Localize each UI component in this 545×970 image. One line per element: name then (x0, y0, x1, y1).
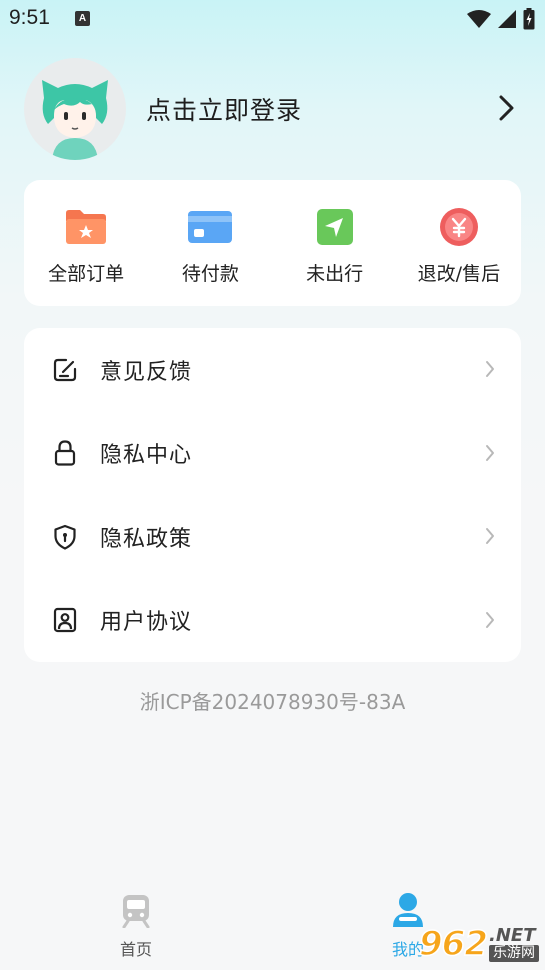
avatar[interactable] (24, 58, 126, 160)
card-icon (188, 211, 233, 243)
order-all-label: 全部订单 (48, 263, 125, 285)
status-time: 9:51 (9, 6, 50, 29)
login-header[interactable]: 点击立即登录 (24, 58, 524, 160)
lock-icon (54, 440, 76, 466)
settings-menu: 意见反馈 隐私中心 隐私政策 用户协议 (24, 328, 521, 662)
order-all[interactable]: 全部订单 (24, 180, 148, 306)
notification-badge-icon: A (75, 11, 90, 26)
login-prompt[interactable]: 点击立即登录 (146, 91, 302, 127)
status-bar: 9:51 A (0, 0, 545, 38)
menu-label-user-agreement: 用户协议 (100, 610, 193, 636)
menu-item-privacy-center[interactable]: 隐私中心 (24, 412, 521, 496)
chevron-right-icon (486, 528, 494, 544)
icp-license: 浙ICP备2024078930号-83A (139, 690, 406, 714)
chevron-right-icon (486, 444, 494, 461)
watermark-number: 962 (418, 923, 488, 965)
menu-item-privacy-policy[interactable]: 隐私政策 (24, 495, 521, 579)
yen-icon (439, 208, 478, 246)
watermark-name: 乐游网 (489, 944, 539, 962)
battery-icon (523, 8, 535, 30)
menu-label-feedback: 意见反馈 (100, 359, 193, 385)
signal-icon (498, 10, 516, 28)
order-not-traveled-label: 未出行 (306, 263, 364, 285)
order-refund-label: 退改/售后 (417, 263, 501, 285)
folder-star-icon (66, 210, 107, 244)
avatar-cat-icon (42, 80, 108, 160)
watermark-domain: .NET (489, 924, 536, 946)
order-not-traveled[interactable]: 未出行 (273, 180, 397, 306)
tab-home-label: 首页 (119, 940, 152, 959)
feedback-edit-icon (53, 358, 77, 381)
shield-icon (54, 524, 76, 550)
order-pending-payment-label: 待付款 (181, 263, 239, 285)
wifi-icon (467, 10, 491, 28)
user-document-icon (53, 608, 77, 633)
status-icons (467, 8, 535, 30)
navigation-icon (316, 209, 353, 245)
site-watermark: 962 .NET 乐游网 (418, 922, 539, 966)
order-pending-payment[interactable]: 待付款 (148, 180, 272, 306)
orders-card: 全部订单 待付款 未出行 退改/售后 (24, 180, 521, 306)
menu-label-privacy-center: 隐私中心 (100, 443, 193, 469)
chevron-right-icon[interactable] (498, 94, 516, 122)
order-refund[interactable]: 退改/售后 (397, 180, 521, 306)
menu-item-feedback[interactable]: 意见反馈 (24, 328, 521, 412)
train-icon (122, 895, 150, 928)
chevron-right-icon (486, 611, 494, 628)
tab-home[interactable]: 首页 (76, 878, 196, 960)
menu-label-privacy-policy: 隐私政策 (100, 526, 193, 552)
chevron-right-icon (486, 361, 494, 377)
menu-item-user-agreement[interactable]: 用户协议 (24, 579, 521, 663)
